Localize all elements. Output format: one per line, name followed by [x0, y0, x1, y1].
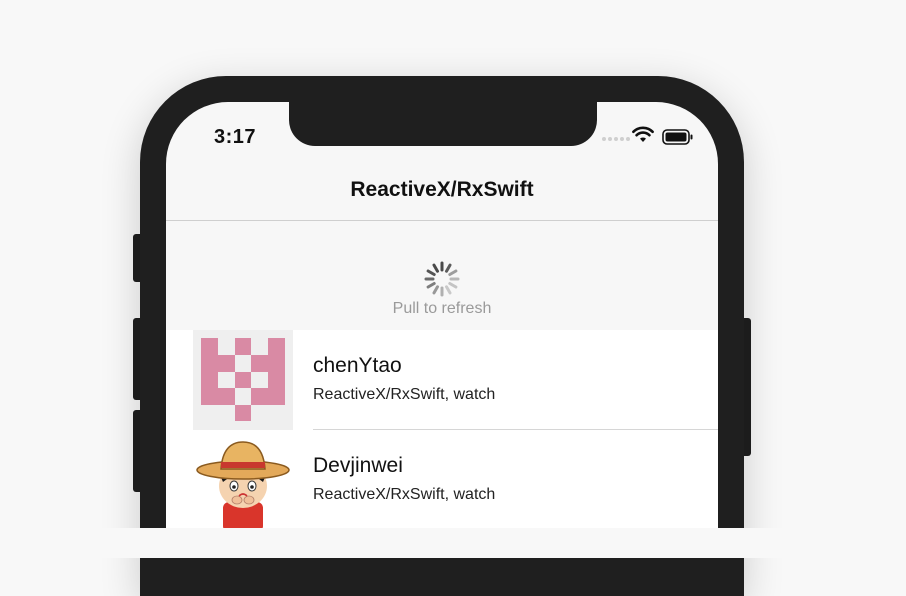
user-subtitle: ReactiveX/RxSwift, watch — [313, 386, 496, 403]
refresh-control[interactable]: Pull to refresh — [166, 221, 718, 330]
user-subtitle: ReactiveX/RxSwift, watch — [313, 486, 496, 503]
list-item[interactable]: Devjinwei ReactiveX/RxSwift, watch — [166, 430, 718, 528]
page-title: ReactiveX/RxSwift — [350, 178, 534, 201]
avatar — [193, 430, 293, 528]
refresh-label: Pull to refresh — [392, 300, 492, 317]
battery-icon — [662, 129, 693, 145]
list-item[interactable]: chenYtao ReactiveX/RxSwift, watch — [166, 330, 718, 430]
wifi-icon — [632, 126, 654, 142]
avatar — [193, 330, 293, 430]
navigation-bar: ReactiveX/RxSwift — [166, 164, 718, 221]
cellular-signal-icon — [602, 137, 630, 141]
user-name: Devjinwei — [313, 454, 403, 477]
watchers-list: chenYtao ReactiveX/RxSwift, watch Devjin… — [166, 330, 718, 528]
notch — [289, 102, 597, 146]
status-time: 3:17 — [214, 126, 257, 148]
page-background — [0, 528, 906, 558]
user-name: chenYtao — [313, 354, 402, 377]
activity-spinner-icon — [424, 261, 460, 297]
phone-screen: 3:17 ReactiveX/RxSwift Pull to refresh c… — [166, 102, 718, 528]
